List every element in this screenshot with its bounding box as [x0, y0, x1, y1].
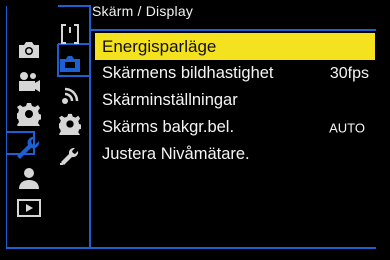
menu-item-nivamatare[interactable]: Justera Nivåmätare. — [95, 141, 375, 168]
camera-icon[interactable] — [10, 34, 48, 66]
gear-icon[interactable] — [10, 98, 48, 130]
display-settings-screen: Skärm / Display Energisparläge Skärmens … — [0, 0, 390, 260]
wrench-icon[interactable] — [8, 130, 46, 162]
menu-item-bildhastighet[interactable]: Skärmens bildhastighet 30fps — [95, 60, 375, 87]
menu-item-energisparlage[interactable]: Energisparläge — [95, 33, 375, 60]
menu-item-label: Energisparläge — [102, 36, 217, 56]
menu-item-label: Skärms bakgr.bel. — [102, 118, 235, 136]
menu-item-value: AUTO — [329, 120, 365, 135]
menu-list: Energisparläge Skärmens bildhastighet 30… — [95, 33, 375, 168]
menu-item-value: 30fps — [329, 64, 369, 82]
menu-item-label: Skärminställningar — [102, 91, 238, 109]
lcd-display-icon[interactable] — [51, 48, 89, 80]
page-title: Skärm / Display — [92, 3, 194, 19]
wrench-page-icon[interactable] — [51, 138, 89, 170]
bracket-page-icon[interactable] — [51, 18, 89, 50]
menu-item-label: Skärmens bildhastighet — [102, 64, 274, 82]
play-icon[interactable] — [10, 192, 48, 224]
menu-item-label: Justera Nivåmätare. — [102, 145, 250, 163]
person-icon[interactable] — [10, 162, 48, 194]
gear-page-icon[interactable] — [51, 108, 89, 140]
video-camera-icon[interactable] — [10, 66, 48, 98]
menu-item-bakgrundsbelysning[interactable]: Skärms bakgr.bel. AUTO — [95, 114, 375, 141]
menu-item-skarminstallningar[interactable]: Skärminställningar — [95, 87, 375, 114]
